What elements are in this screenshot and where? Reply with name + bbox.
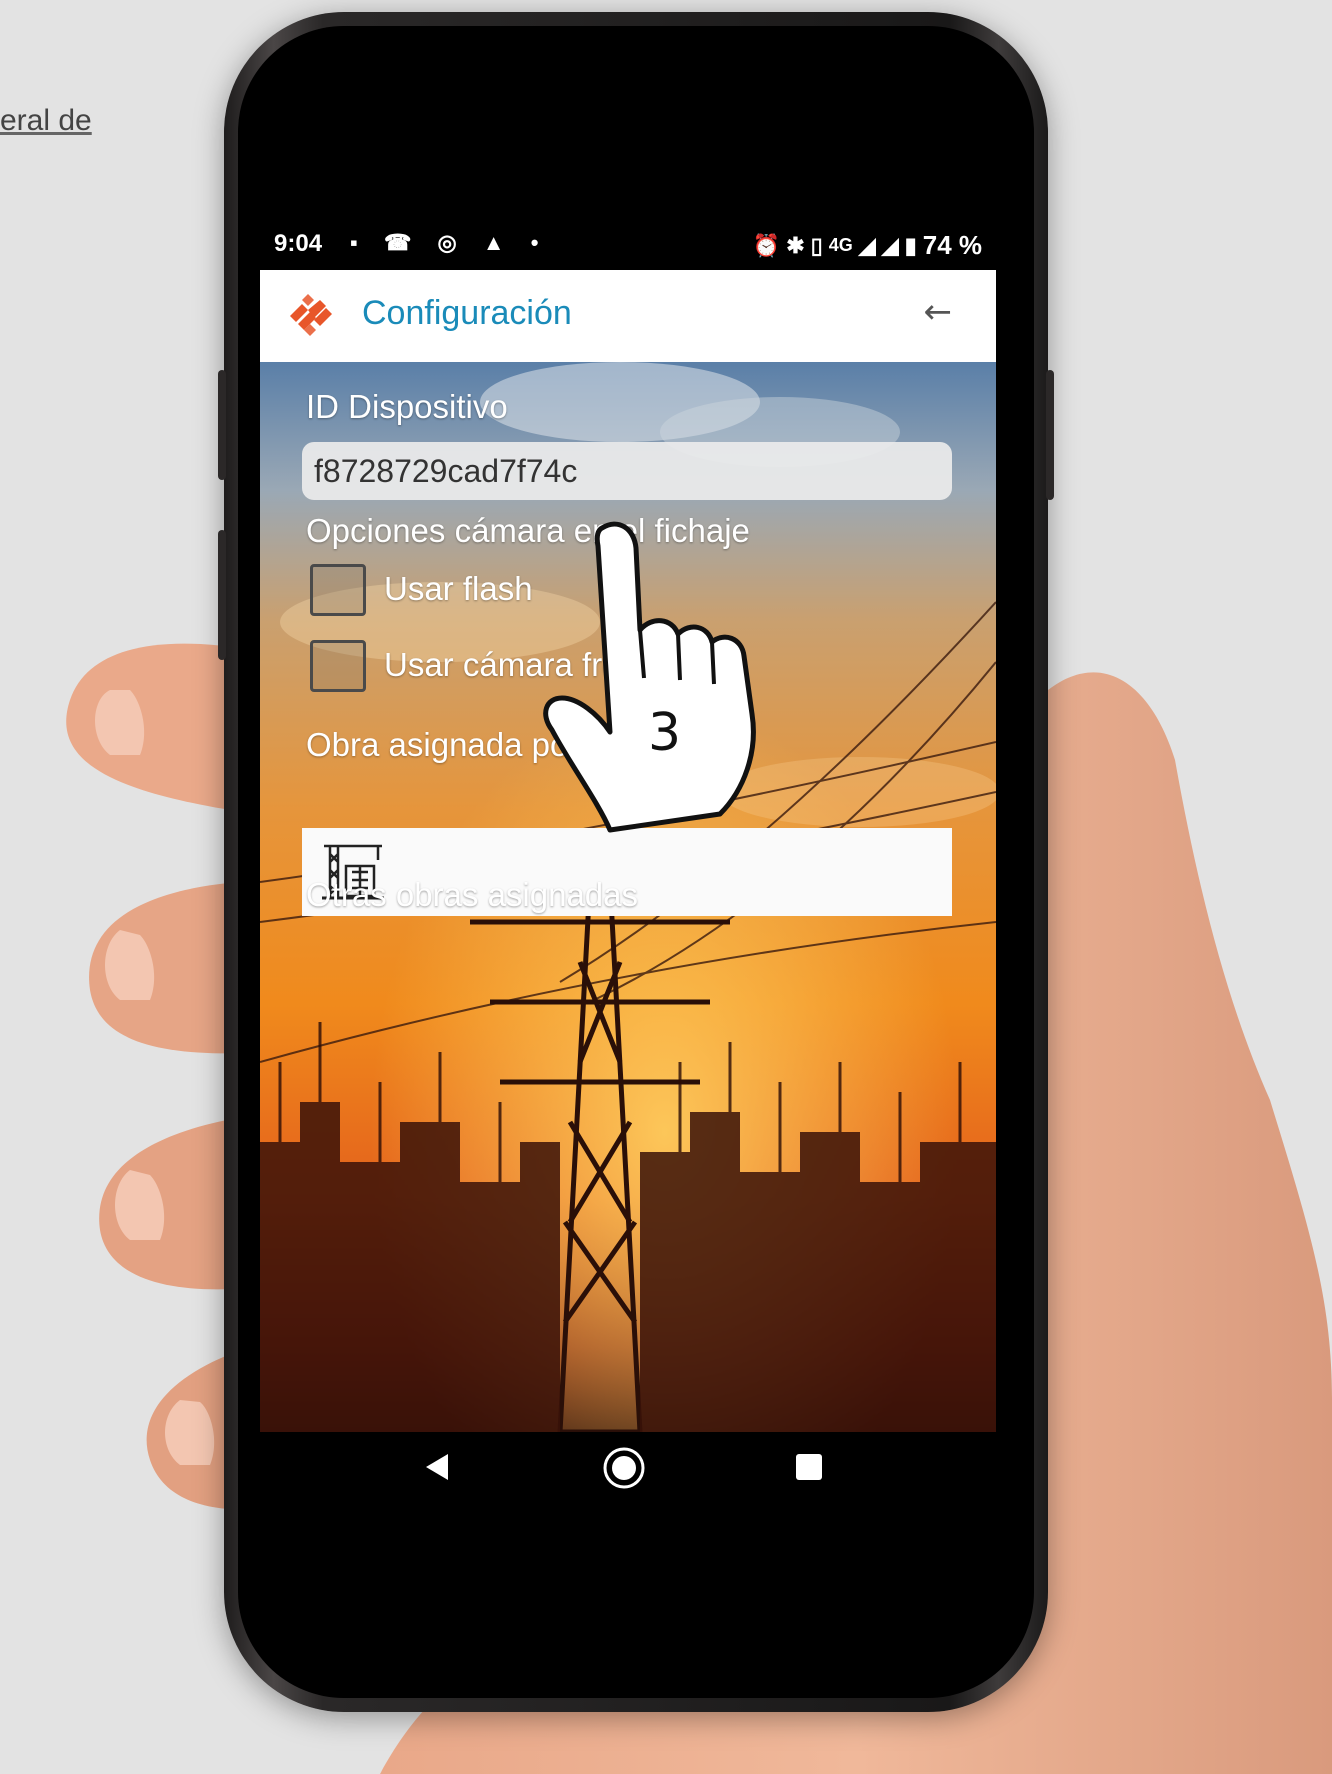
flash-label[interactable]: Usar flash — [384, 570, 533, 608]
home-circle-icon[interactable] — [602, 1446, 646, 1490]
device-id-field[interactable]: f8728729cad7f74c — [302, 442, 952, 500]
device-id-label: ID Dispositivo — [306, 388, 508, 425]
bluetooth-icon: ✱ — [786, 232, 805, 258]
image-icon: ▪ — [350, 230, 368, 255]
recents-square-icon[interactable] — [794, 1452, 824, 1482]
phone-side-button — [1046, 370, 1054, 500]
drive-icon: ▲ — [482, 230, 515, 255]
status-notification-icons: ▪ ☎ ◎ ▲ • — [350, 230, 548, 256]
app-bar: Configuración ← — [260, 270, 996, 362]
app-logo-icon — [290, 294, 332, 336]
back-triangle-icon[interactable] — [422, 1452, 452, 1482]
flash-checkbox[interactable] — [310, 564, 366, 616]
status-bar: 9:04 ▪ ☎ ◎ ▲ • ⏰ ✱ ▯ 4G ◢ ◢ ▮ 74 % — [260, 218, 996, 270]
battery-icon: ▮ — [904, 232, 917, 258]
arrow-left-icon[interactable]: ← — [924, 292, 953, 332]
dot-icon: • — [530, 230, 549, 255]
phone-screen: 9:04 ▪ ☎ ◎ ▲ • ⏰ ✱ ▯ 4G ◢ ◢ ▮ 74 % Confi… — [260, 218, 996, 1508]
other-obras-label: Otras obras asignadas — [306, 876, 639, 913]
battery-percent: 74 % — [922, 230, 982, 260]
sync-icon: ◎ — [437, 230, 467, 255]
status-time: 9:04 — [274, 230, 323, 257]
status-system-icons: ⏰ ✱ ▯ 4G ◢ ◢ ▮ 74 % — [753, 230, 982, 261]
missed-call-icon: ☎ — [383, 230, 422, 255]
network-type: 4G — [828, 235, 853, 255]
step-number: 3 — [648, 703, 681, 763]
signal-icon: ◢ — [858, 232, 876, 258]
hand-pointer-icon: 3 — [543, 521, 756, 833]
signal-icon: ◢ — [881, 232, 899, 258]
vibrate-icon: ▯ — [810, 232, 823, 258]
phone-volume-button — [218, 370, 226, 480]
phone-volume-button — [218, 530, 226, 660]
page-title: Configuración — [362, 294, 572, 332]
android-nav-bar — [260, 1432, 996, 1508]
alarm-icon: ⏰ — [752, 232, 781, 258]
front-camera-checkbox[interactable] — [310, 640, 366, 692]
